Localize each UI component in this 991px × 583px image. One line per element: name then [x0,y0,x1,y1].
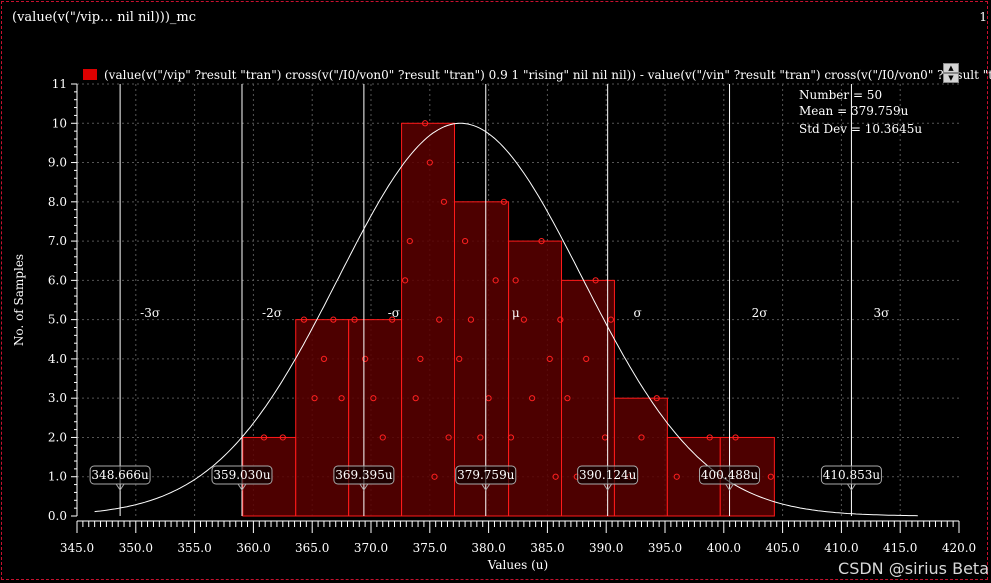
histogram-bar [401,122,455,517]
watermark: CSDN @sirius Beta [838,559,989,578]
y-tick-label: 0.0 [48,509,67,523]
sigma-value-label: 410.853u [823,468,881,482]
x-tick-label: 410.0 [824,541,858,555]
y-tick-label: 11 [52,77,67,91]
sigma-value-label: 348.666u [91,468,149,482]
histogram-bar [295,319,350,517]
x-tick-label: 350.0 [119,541,153,555]
histogram-bars [242,122,775,517]
sigma-label: μ [512,306,520,320]
x-tick-label: 345.0 [60,541,94,555]
x-tick-label: 365.0 [295,541,329,555]
stats-mean: Mean = 379.759u [799,104,909,118]
x-tick-label: 385.0 [530,541,564,555]
histogram-chart: -3σ 348.666u -2σ 359.030u -σ 369.395u μ 379.759… [12,68,991,572]
sigma-value-label: 379.759u [457,468,515,482]
sigma-label: 3σ [874,306,890,320]
y-tick-label: 1.0 [48,470,67,484]
sigma-value-label: 359.030u [213,468,271,482]
y-tick-label: 8.0 [48,195,67,209]
x-tick-label: 395.0 [648,541,682,555]
sigma-label: -3σ [140,306,160,320]
x-tick-label: 380.0 [471,541,505,555]
y-tick-label: 9.0 [48,156,67,170]
x-tick-label: 420.0 [942,541,976,555]
x-axis-label: Values (u) [487,558,548,572]
histogram-bar [613,397,668,517]
y-axis-label: No. of Samples [12,254,26,346]
y-tick-label: 2.0 [48,430,67,444]
sigma-value-label: 390.124u [579,468,637,482]
x-tick-label: 355.0 [177,541,211,555]
x-tick-label: 400.0 [707,541,741,555]
x-tick-label: 405.0 [765,541,799,555]
sigma-label: -σ [388,306,400,320]
x-tick-label: 390.0 [589,541,623,555]
y-tick-label: 7.0 [48,234,67,248]
legend-text: (value(v("/vip" ?result "tran") cross(v(… [104,68,991,82]
sigma-label: σ [634,306,642,320]
x-tick-label: 360.0 [236,541,270,555]
x-tick-label: 375.0 [413,541,447,555]
scroll-up-icon[interactable]: ▲ [943,63,959,73]
x-tick-label: 370.0 [354,541,388,555]
y-tick-label: 10 [52,116,67,130]
sigma-label: 2σ [752,306,768,320]
legend-swatch [83,69,97,80]
y-tick-label: 5.0 [48,313,67,327]
y-tick-label: 6.0 [48,273,67,287]
sigma-value-label: 369.395u [335,468,393,482]
scroll-down-icon[interactable]: ▼ [943,73,959,83]
stats-number: Number = 50 [799,88,882,102]
y-tick-label: 4.0 [48,352,67,366]
histogram-bar [348,319,403,517]
y-tick-label: 3.0 [48,391,67,405]
x-tick-label: 415.0 [883,541,917,555]
sigma-value-label: 400.488u [701,468,759,482]
sigma-label: -2σ [262,306,282,320]
legend-scroll-buttons[interactable]: ▲ ▼ [943,63,959,83]
legend: (value(v("/vip" ?result "tran") cross(v(… [83,68,991,82]
stats-box: Number = 50 Mean = 379.759u Std Dev = 10… [799,88,922,136]
stats-std-dev: Std Dev = 10.3645u [799,122,922,136]
